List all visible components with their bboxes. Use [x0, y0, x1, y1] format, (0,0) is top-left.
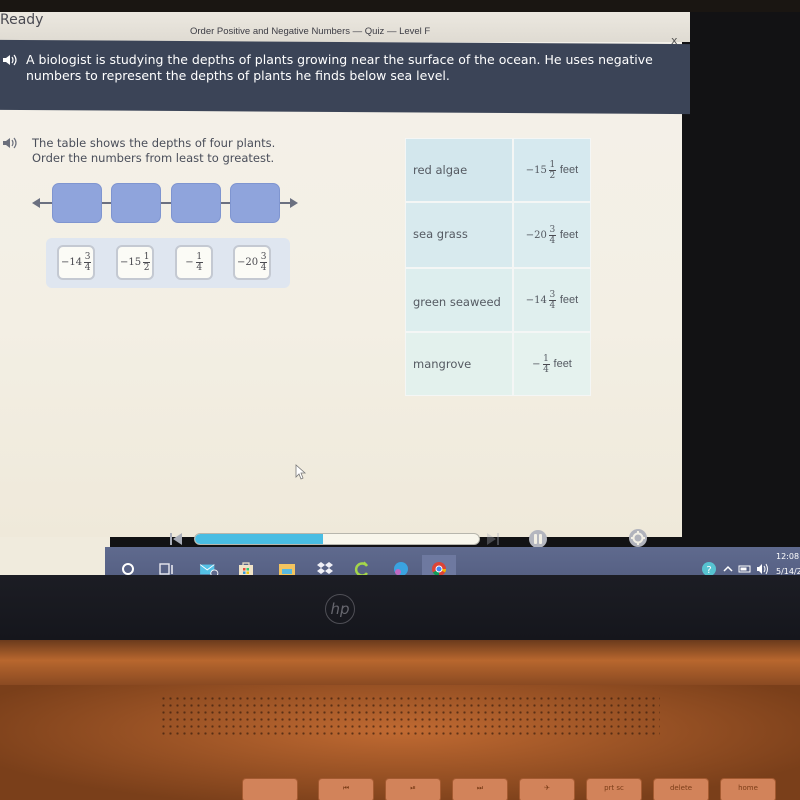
pause-button[interactable]	[529, 530, 547, 548]
table-cell-value: −14 3 4 feet	[513, 268, 591, 332]
table-cell-value: −15 1 2 feet	[513, 138, 591, 202]
hp-logo: hp	[325, 594, 355, 624]
table-cell-name: green seaweed	[405, 268, 513, 332]
unit-label: feet	[559, 229, 579, 241]
fraction: −15 12	[119, 252, 151, 273]
fraction-whole: −15	[119, 257, 142, 268]
keyboard-key: ✈	[519, 778, 575, 800]
fraction-denominator: 4	[84, 263, 91, 273]
table-cell-value: −1 4 feet	[513, 332, 591, 396]
table-cell-name: sea grass	[405, 202, 513, 268]
next-button-icon[interactable]	[487, 533, 499, 545]
status-text: Ready	[0, 12, 44, 28]
keyboard-key: ⏭	[452, 778, 508, 800]
prompt-line: Order the numbers from least to greatest…	[32, 151, 275, 165]
keyboard-key: home	[720, 778, 776, 800]
fraction-denominator: 4	[196, 263, 203, 273]
fraction-numerator: 3	[260, 252, 267, 262]
table-cell-name: red algae	[405, 138, 513, 202]
speaker-icon[interactable]	[2, 53, 18, 67]
fraction-whole: −14	[60, 257, 83, 268]
drop-slot[interactable]	[171, 183, 221, 223]
laptop-bezel	[0, 575, 800, 640]
drop-slot[interactable]	[230, 183, 280, 223]
mouse-cursor-icon	[295, 464, 307, 480]
window-title: Order Positive and Negative Numbers — Qu…	[190, 26, 431, 37]
arrow-right-icon	[290, 198, 298, 208]
table-cell-value: −20 3 4 feet	[513, 202, 591, 268]
unit-label: feet	[559, 164, 579, 176]
keyboard-key: delete	[653, 778, 709, 800]
gear-icon[interactable]	[628, 528, 648, 548]
answer-tile[interactable]: −15 12	[116, 245, 154, 280]
keyboard-key: prt sc	[586, 778, 642, 800]
drop-slot[interactable]	[52, 183, 102, 223]
depth-table: red algae −15 1 2 feet sea grass −20 3 4 fee…	[405, 138, 591, 396]
prompt-line: The table shows the depths of four plant…	[32, 136, 276, 150]
fraction-denominator: 4	[260, 263, 267, 273]
fraction: −20 34	[236, 252, 268, 273]
photo: Ready Order Positive and Negative Number…	[0, 0, 800, 800]
fraction-whole: −20	[236, 257, 259, 268]
screen: Ready Order Positive and Negative Number…	[0, 12, 800, 587]
fraction-whole: −	[185, 257, 194, 268]
fraction-numerator: 1	[196, 252, 203, 262]
table-cell-name: mangrove	[405, 332, 513, 396]
answer-tile[interactable]: −14 34	[57, 245, 95, 280]
prompt-text: The table shows the depths of four plant…	[32, 136, 275, 166]
fraction: −14 34	[60, 252, 92, 273]
keyboard-key	[242, 778, 298, 800]
fraction-denominator: 2	[143, 263, 150, 273]
unit-label: feet	[553, 358, 572, 370]
answer-tile[interactable]: −20 34	[233, 245, 271, 280]
fraction-numerator: 1	[143, 252, 150, 262]
question-text: A biologist is studying the depths of pl…	[26, 52, 653, 83]
answer-tile[interactable]: − 14	[175, 245, 213, 280]
keyboard-key: ⏯	[385, 778, 441, 800]
speaker-grille	[160, 695, 660, 735]
drop-slot[interactable]	[111, 183, 161, 223]
previous-button-icon[interactable]	[170, 533, 182, 545]
clock-time[interactable]: 12:08	[776, 552, 799, 561]
progress-fill	[195, 534, 323, 544]
keyboard-key: ⏮	[318, 778, 374, 800]
fraction: − 14	[185, 252, 203, 273]
progress-bar[interactable]	[194, 533, 480, 545]
arrow-left-icon	[32, 198, 40, 208]
unit-label: feet	[559, 294, 579, 306]
fraction-numerator: 3	[84, 252, 91, 262]
speaker-icon[interactable]	[2, 136, 18, 150]
laptop-hinge	[0, 640, 800, 685]
window-titlebar: Ready Order Positive and Negative Number…	[0, 12, 690, 47]
